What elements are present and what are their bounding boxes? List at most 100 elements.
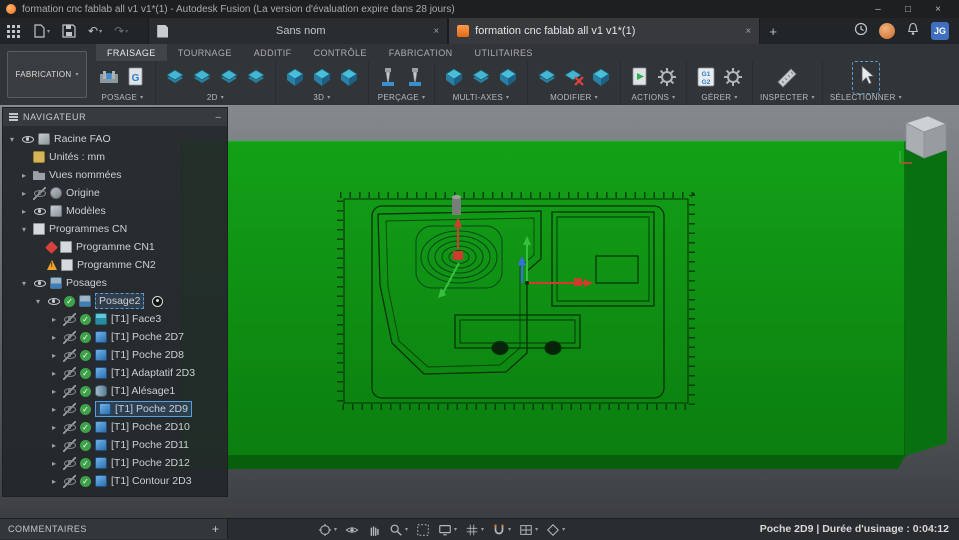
setup-gcode-icon[interactable] bbox=[124, 65, 148, 89]
flow-icon[interactable] bbox=[496, 65, 520, 89]
visibility-eye-icon[interactable] bbox=[33, 205, 46, 218]
chevron-expanded-icon[interactable]: ▾ bbox=[19, 225, 29, 234]
workspace-switcher-button[interactable]: FABRICATION ▾ bbox=[7, 51, 87, 98]
close-button[interactable]: × bbox=[923, 0, 953, 18]
close-tab-icon[interactable]: × bbox=[433, 26, 439, 37]
visual-style-icon[interactable]: ▾ bbox=[546, 523, 565, 537]
visibility-eye-off-icon[interactable] bbox=[63, 402, 76, 416]
document-tab-formation-cnc[interactable]: formation cnc fablab all v1 v1*(1) × bbox=[448, 18, 761, 44]
visibility-eye-icon[interactable] bbox=[33, 277, 46, 290]
file-menu-icon[interactable]: ▾ bbox=[26, 18, 56, 44]
active-setup-target-icon[interactable] bbox=[152, 295, 164, 307]
drill-icon[interactable] bbox=[376, 65, 400, 89]
chevron-collapsed-icon[interactable]: ▸ bbox=[49, 387, 59, 396]
bore-icon[interactable] bbox=[403, 65, 427, 89]
2d-adaptive-icon[interactable] bbox=[244, 65, 268, 89]
chevron-collapsed-icon[interactable]: ▸ bbox=[49, 477, 59, 486]
redo-icon[interactable]: ↷ ▾ bbox=[108, 18, 134, 44]
delete-toolpath-icon[interactable] bbox=[562, 65, 586, 89]
chevron-expanded-icon[interactable]: ▾ bbox=[19, 279, 29, 288]
visibility-eye-off-icon[interactable] bbox=[33, 186, 46, 200]
chevron-collapsed-icon[interactable]: ▸ bbox=[49, 423, 59, 432]
tree-item-poche-2d12[interactable]: ▸ [T1] Poche 2D12 bbox=[3, 454, 227, 472]
tab-fraisage[interactable]: FRAISAGE bbox=[96, 44, 167, 61]
tool-library-icon[interactable] bbox=[721, 65, 745, 89]
swarf-icon[interactable] bbox=[442, 65, 466, 89]
2d-pocket-icon[interactable] bbox=[190, 65, 214, 89]
snap-icon[interactable]: ▾ bbox=[492, 523, 511, 537]
gcode-editor-icon[interactable] bbox=[694, 65, 718, 89]
tree-item-posages[interactable]: ▾ Posages bbox=[3, 274, 227, 292]
group-3d-menu[interactable]: 3D ▾ bbox=[313, 93, 330, 102]
tree-item-contour-2d3[interactable]: ▸ [T1] Contour 2D3 bbox=[3, 472, 227, 490]
tab-fabrication[interactable]: FABRICATION bbox=[378, 44, 464, 61]
chevron-collapsed-icon[interactable]: ▸ bbox=[49, 369, 59, 378]
group-posage-menu[interactable]: POSAGE ▾ bbox=[102, 93, 144, 102]
zoom-icon[interactable]: ▾ bbox=[389, 523, 408, 537]
3d-adaptive-icon[interactable] bbox=[283, 65, 307, 89]
collapse-panel-icon[interactable]: – bbox=[215, 112, 221, 123]
tree-item-racine-fao[interactable]: ▾ Racine FAO bbox=[3, 130, 227, 148]
tab-tournage[interactable]: TOURNAGE bbox=[167, 44, 243, 61]
pan-icon[interactable] bbox=[367, 523, 381, 537]
group-2d-menu[interactable]: 2D ▾ bbox=[207, 93, 224, 102]
tree-item-poche-2d9[interactable]: ▸ [T1] Poche 2D9 bbox=[3, 400, 227, 418]
visibility-eye-off-icon[interactable] bbox=[63, 366, 76, 380]
tree-item-poche-2d11[interactable]: ▸ [T1] Poche 2D11 bbox=[3, 436, 227, 454]
visibility-eye-off-icon[interactable] bbox=[63, 312, 76, 326]
group-actions-menu[interactable]: ACTIONS ▾ bbox=[632, 93, 676, 102]
job-status-icon[interactable] bbox=[854, 22, 868, 41]
simulate-icon[interactable] bbox=[628, 65, 652, 89]
minimize-button[interactable]: – bbox=[863, 0, 893, 18]
notification-bell-icon[interactable] bbox=[906, 22, 920, 41]
tree-item-poche-2d8[interactable]: ▸ [T1] Poche 2D8 bbox=[3, 346, 227, 364]
tree-item-modeles[interactable]: ▸ Modèles bbox=[3, 202, 227, 220]
tree-item-adaptatif-2d3[interactable]: ▸ [T1] Adaptatif 2D3 bbox=[3, 364, 227, 382]
tree-item-programme-cn2[interactable]: Programme CN2 bbox=[3, 256, 227, 274]
tree-item-unites[interactable]: Unités : mm bbox=[3, 148, 227, 166]
group-selectionner-menu[interactable]: SÉLECTIONNER ▾ bbox=[830, 93, 902, 102]
select-cursor-icon[interactable] bbox=[854, 63, 878, 87]
chevron-collapsed-icon[interactable]: ▸ bbox=[19, 207, 29, 216]
tree-item-posage2[interactable]: ▾ Posage2 bbox=[3, 292, 227, 310]
tab-controle[interactable]: CONTRÔLE bbox=[303, 44, 378, 61]
post-process-icon[interactable] bbox=[655, 65, 679, 89]
tree-item-programme-cn1[interactable]: Programme CN1 bbox=[3, 238, 227, 256]
group-inspecter-menu[interactable]: INSPECTER ▾ bbox=[760, 93, 815, 102]
tab-utilitaires[interactable]: UTILITAIRES bbox=[464, 44, 544, 61]
tree-item-poche-2d7[interactable]: ▸ [T1] Poche 2D7 bbox=[3, 328, 227, 346]
group-gerer-menu[interactable]: GÉRER ▾ bbox=[701, 93, 737, 102]
display-settings-icon[interactable]: ▾ bbox=[438, 523, 457, 537]
visibility-eye-off-icon[interactable] bbox=[63, 348, 76, 362]
group-percage-menu[interactable]: PERÇAGE ▾ bbox=[378, 93, 426, 102]
look-at-icon[interactable] bbox=[345, 523, 359, 537]
document-tab-sans-nom[interactable]: Sans nom × bbox=[148, 18, 449, 44]
tree-item-poche-2d10[interactable]: ▸ [T1] Poche 2D10 bbox=[3, 418, 227, 436]
2d-contour-icon[interactable] bbox=[217, 65, 241, 89]
view-cube[interactable] bbox=[894, 111, 952, 169]
measure-icon[interactable] bbox=[775, 65, 799, 89]
visibility-eye-icon[interactable] bbox=[47, 295, 60, 308]
viewport-canvas[interactable]: NAVIGATEUR – ▾ Racine FAO Unités : mm ▸ bbox=[0, 105, 959, 518]
tree-item-face3[interactable]: ▸ [T1] Face3 bbox=[3, 310, 227, 328]
tree-item-vues-nommees[interactable]: ▸ Vues nommées bbox=[3, 166, 227, 184]
visibility-eye-off-icon[interactable] bbox=[63, 456, 76, 470]
tree-item-origine[interactable]: ▸ Origine bbox=[3, 184, 227, 202]
grid-icon[interactable]: ▾ bbox=[465, 523, 484, 537]
group-modifier-menu[interactable]: MODIFIER ▾ bbox=[550, 93, 598, 102]
chevron-collapsed-icon[interactable]: ▸ bbox=[19, 189, 29, 198]
close-tab-icon[interactable]: × bbox=[745, 26, 751, 37]
tree-item-programmes-cn[interactable]: ▾ Programmes CN bbox=[3, 220, 227, 238]
account-initials-badge[interactable]: JG bbox=[931, 22, 949, 40]
3d-pocket-icon[interactable] bbox=[310, 65, 334, 89]
user-avatar[interactable] bbox=[879, 23, 895, 39]
chevron-collapsed-icon[interactable]: ▸ bbox=[19, 171, 29, 180]
chevron-collapsed-icon[interactable]: ▸ bbox=[49, 315, 59, 324]
visibility-eye-off-icon[interactable] bbox=[63, 384, 76, 398]
trim-icon[interactable] bbox=[535, 65, 559, 89]
visibility-eye-off-icon[interactable] bbox=[63, 330, 76, 344]
setup-vise-icon[interactable] bbox=[97, 65, 121, 89]
maximize-button[interactable]: □ bbox=[893, 0, 923, 18]
2d-face-icon[interactable] bbox=[163, 65, 187, 89]
chevron-collapsed-icon[interactable]: ▸ bbox=[49, 441, 59, 450]
